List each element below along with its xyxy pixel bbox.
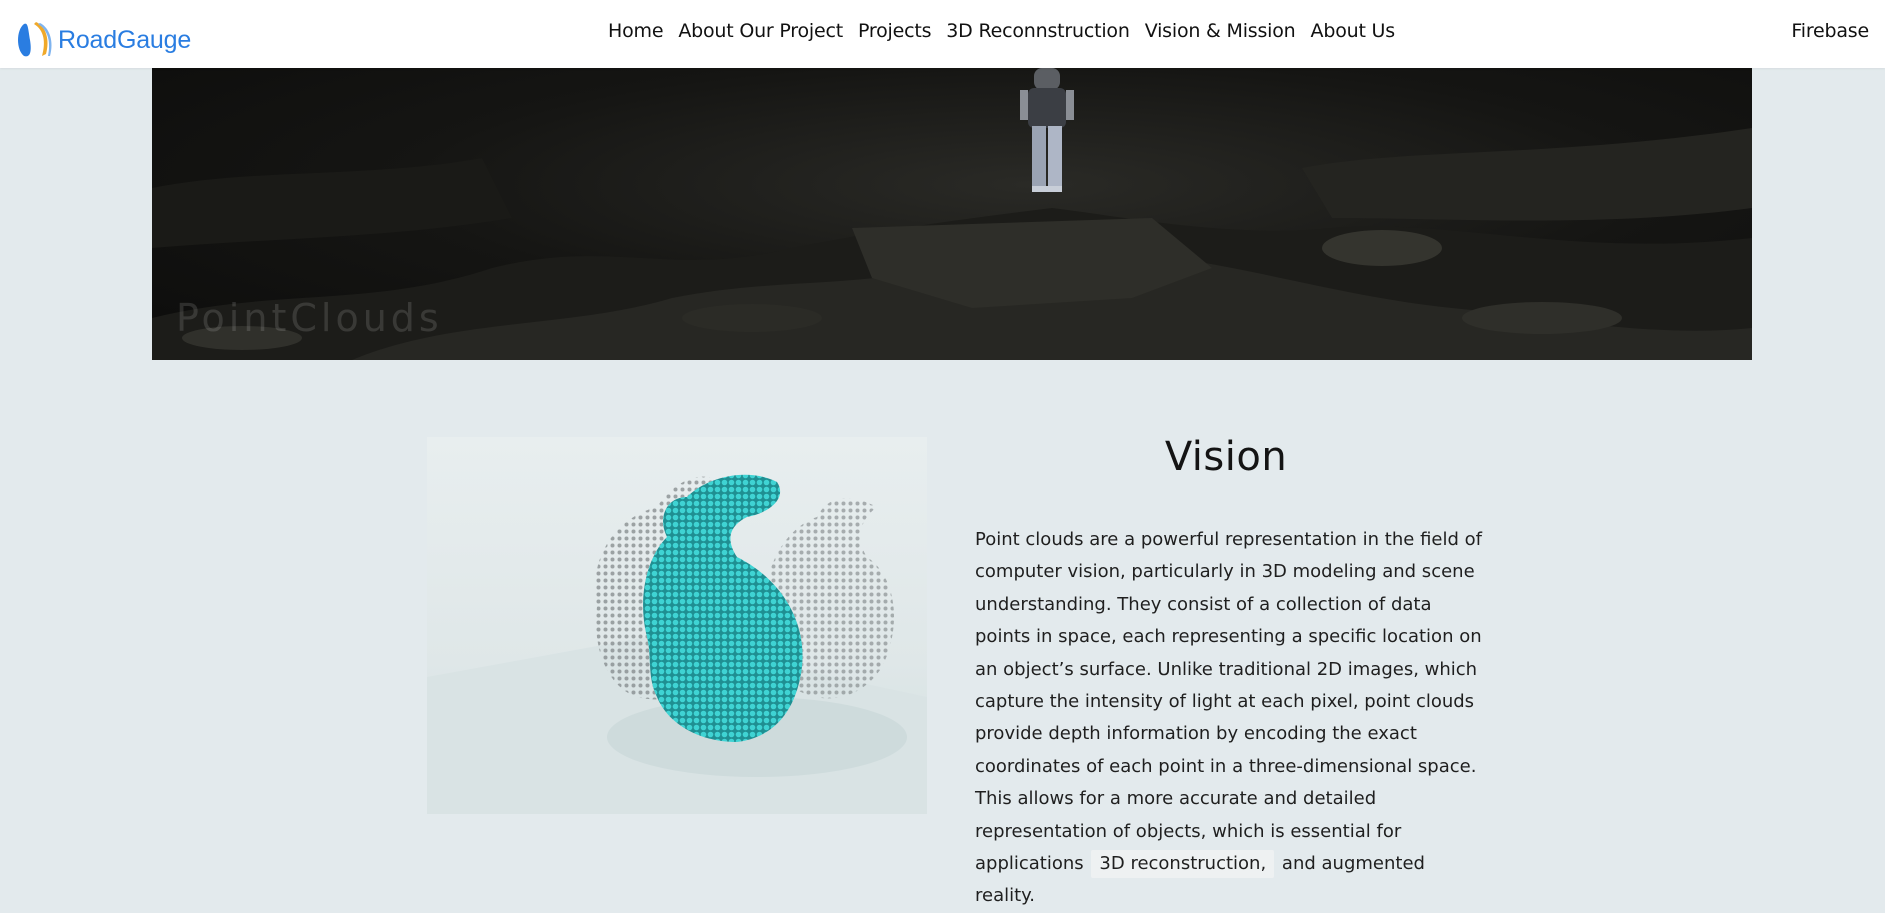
navbar: RoadGauge Home About Our Project Project… xyxy=(0,0,1885,68)
nav-link-about-us[interactable]: About Us xyxy=(1311,20,1396,42)
bunny-illustration xyxy=(427,474,927,814)
nav-link-3d-reconstruction[interactable]: 3D Reconnstruction xyxy=(946,20,1130,42)
nav-links: Home About Our Project Projects 3D Recon… xyxy=(608,20,1395,42)
nav-link-projects[interactable]: Projects xyxy=(858,20,932,42)
vision-paragraph: Point clouds are a powerful representati… xyxy=(975,524,1485,913)
brand-link[interactable]: RoadGauge xyxy=(16,20,191,60)
reconstruction-chip: 3D reconstruction, xyxy=(1091,850,1275,879)
vision-paragraph-text: Point clouds are a powerful representati… xyxy=(975,529,1482,875)
vision-heading: Vision xyxy=(1164,434,1288,480)
hero-title: PointClouds xyxy=(176,296,443,340)
nav-link-home[interactable]: Home xyxy=(608,20,664,42)
nav-link-about-project[interactable]: About Our Project xyxy=(678,20,843,42)
nav-link-vision-mission[interactable]: Vision & Mission xyxy=(1145,20,1296,42)
hero-banner: PointClouds xyxy=(152,68,1752,360)
nav-link-firebase[interactable]: Firebase xyxy=(1791,20,1869,42)
brand-name: RoadGauge xyxy=(58,25,192,54)
bunny-point-cloud-image xyxy=(427,437,927,814)
roadgauge-logo-icon xyxy=(18,22,52,57)
